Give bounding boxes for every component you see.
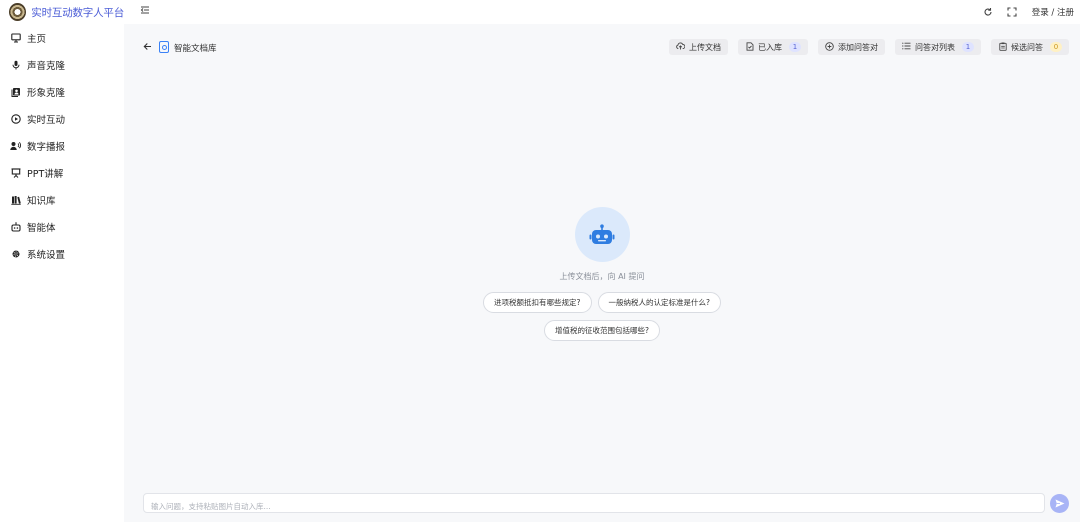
sidebar: 主页 声音克隆 形象克隆 实时互动 数字播报 PPT讲解 知识库 智能体 系统设… [0, 24, 124, 522]
clipboard-icon [998, 42, 1007, 53]
indexed-count-badge: 1 [789, 42, 801, 52]
document-search-icon [159, 41, 169, 53]
action-toolbar: 上传文档 已入库 1 添加问答对 问答对列表 1 候选问答 0 [669, 39, 1069, 55]
books-icon [10, 194, 21, 205]
brand-logo [9, 3, 27, 21]
robot-avatar [574, 207, 630, 262]
sidebar-item-knowledge[interactable]: 知识库 [0, 186, 124, 213]
suggestion-chip[interactable]: 增值税的征收范围包括哪些? [544, 320, 660, 341]
portrait-icon [10, 86, 21, 97]
login-register-link[interactable]: 登录 / 注册 [1024, 6, 1080, 18]
sidebar-item-voice-clone[interactable]: 声音克隆 [0, 51, 124, 78]
collapse-sidebar-icon[interactable] [139, 5, 151, 17]
top-bar: 实时互动数字人平台 登录 / 注册 [0, 0, 1080, 24]
main-content: 智能文档库 上传文档 已入库 1 添加问答对 问答对列表 1 候选问答 0 上传… [124, 24, 1080, 522]
sidebar-item-agent[interactable]: 智能体 [0, 213, 124, 240]
main-header: 智能文档库 上传文档 已入库 1 添加问答对 问答对列表 1 候选问答 0 [124, 37, 1080, 59]
presentation-icon [10, 167, 21, 178]
send-button[interactable] [1050, 494, 1069, 513]
suggestion-chip[interactable]: 一般纳税人的认定标准是什么? [597, 292, 721, 313]
microphone-icon [10, 59, 21, 70]
question-input[interactable] [144, 497, 1044, 516]
qa-list-button[interactable]: 问答对列表 1 [895, 39, 981, 55]
empty-state: 上传文档后，向 AI 提问 进项税额抵扣有哪些规定? 一般纳税人的认定标准是什么… [124, 207, 1080, 341]
candidate-qa-button[interactable]: 候选问答 0 [991, 39, 1069, 55]
speaker-user-icon [10, 140, 21, 151]
back-arrow-icon[interactable] [143, 42, 152, 54]
refresh-icon[interactable] [976, 0, 1000, 24]
candidate-count-badge: 0 [1050, 42, 1062, 52]
sidebar-item-broadcast[interactable]: 数字播报 [0, 132, 124, 159]
monitor-icon [10, 32, 21, 43]
sidebar-item-realtime[interactable]: 实时互动 [0, 105, 124, 132]
fullscreen-icon[interactable] [1000, 0, 1024, 24]
app-title: 实时互动数字人平台 [31, 6, 124, 19]
play-circle-icon [10, 113, 21, 124]
robot-icon [589, 223, 615, 244]
cloud-upload-icon [676, 42, 686, 52]
suggestion-chip[interactable]: 进项税额抵扣有哪些规定? [483, 292, 592, 313]
empty-hint: 上传文档后，向 AI 提问 [559, 272, 645, 281]
sidebar-item-ppt[interactable]: PPT讲解 [0, 159, 124, 186]
suggestion-list: 进项税额抵扣有哪些规定? 一般纳税人的认定标准是什么? 增值税的征收范围包括哪些… [462, 292, 742, 341]
sidebar-item-home[interactable]: 主页 [0, 24, 124, 51]
file-check-icon [745, 41, 754, 53]
sidebar-item-settings[interactable]: 系统设置 [0, 240, 124, 267]
gear-icon [10, 248, 21, 259]
indexed-button[interactable]: 已入库 1 [738, 39, 808, 55]
page-title: 智能文档库 [174, 44, 217, 54]
upload-document-button[interactable]: 上传文档 [669, 39, 728, 55]
brand[interactable]: 实时互动数字人平台 [0, 3, 124, 21]
question-input-wrapper [143, 493, 1045, 516]
send-icon [1055, 499, 1064, 508]
add-qa-pair-button[interactable]: 添加问答对 [818, 39, 885, 55]
qa-count-badge: 1 [962, 42, 974, 52]
plus-circle-icon [825, 41, 834, 53]
list-icon [902, 42, 911, 52]
robot-icon [10, 221, 21, 232]
sidebar-item-avatar-clone[interactable]: 形象克隆 [0, 78, 124, 105]
